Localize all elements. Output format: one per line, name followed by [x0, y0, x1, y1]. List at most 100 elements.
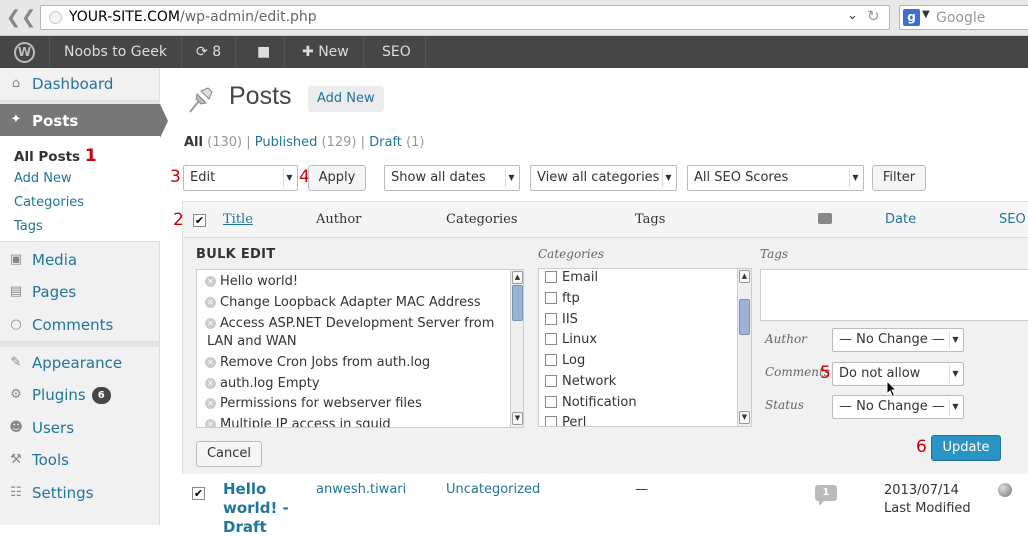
- search-box[interactable]: g ▼ Google: [899, 5, 1028, 30]
- select-all-checkbox[interactable]: ✔: [193, 214, 206, 227]
- sidebar-item-pages[interactable]: ▤ Pages: [0, 276, 160, 308]
- category-select[interactable]: View all categories ▼: [530, 165, 677, 191]
- scrollbar-thumb[interactable]: [512, 285, 523, 321]
- remove-icon[interactable]: ✕: [205, 378, 216, 389]
- update-button[interactable]: Update: [931, 435, 1001, 461]
- category-item[interactable]: Log: [545, 353, 585, 368]
- submenu-all-posts[interactable]: All Posts 1: [14, 146, 97, 166]
- sidebar-item-tools[interactable]: ⚒ Tools: [0, 444, 160, 476]
- seo-menu-link[interactable]: SEO: [368, 36, 426, 68]
- sidebar-item-settings[interactable]: ☷ Settings: [0, 477, 160, 509]
- chevron-down-icon[interactable]: ▼: [739, 411, 750, 424]
- plus-icon: ✚: [302, 44, 314, 60]
- filter-all[interactable]: All: [184, 135, 203, 150]
- category-checkbox[interactable]: [545, 396, 557, 408]
- back-arrow-icon[interactable]: ❮❮: [6, 7, 36, 29]
- list-item[interactable]: ✕ Multiple IP access in squid: [205, 417, 391, 427]
- filter-button[interactable]: Filter: [872, 165, 926, 191]
- category-item[interactable]: Email: [545, 270, 598, 285]
- list-item[interactable]: ✕ Permissions for webserver files: [205, 396, 422, 411]
- annotation-1: 1: [84, 146, 97, 166]
- post-category-link[interactable]: Uncategorized: [446, 482, 540, 497]
- sidebar-item-comments[interactable]: ○ Comments: [0, 309, 160, 341]
- category-checkbox[interactable]: [545, 354, 557, 366]
- sidebar-item-plugins[interactable]: ⚙ Plugins 6: [0, 379, 160, 411]
- category-item[interactable]: Linux: [545, 332, 597, 347]
- status-select[interactable]: — No Change — ▼: [832, 395, 964, 419]
- category-checkbox[interactable]: [545, 375, 557, 387]
- comments-select[interactable]: Do not allow ▼: [832, 362, 964, 386]
- list-item[interactable]: ✕ auth.log Empty: [205, 376, 320, 391]
- categories-checklist[interactable]: Email ftp IIS Linux Log Network Notifica…: [538, 268, 752, 427]
- comment-count-bubble[interactable]: 1: [815, 485, 837, 506]
- author-value: — No Change —: [839, 332, 945, 347]
- category-checkbox[interactable]: [545, 313, 557, 325]
- remove-icon[interactable]: ✕: [205, 398, 216, 409]
- author-select[interactable]: — No Change — ▼: [832, 328, 964, 352]
- chevron-up-icon[interactable]: ▲: [739, 270, 750, 283]
- bulk-titles-list[interactable]: ✕ Hello world! ✕ Change Loopback Adapter M…: [196, 269, 524, 428]
- search-input[interactable]: Google: [936, 10, 985, 26]
- remove-icon[interactable]: ✕: [205, 276, 216, 287]
- new-content-link[interactable]: ✚ New: [288, 36, 364, 68]
- remove-icon[interactable]: ✕: [205, 297, 216, 308]
- sidebar-item-appearance[interactable]: ✎ Appearance: [0, 347, 160, 379]
- wordpress-logo-icon[interactable]: W: [0, 36, 50, 68]
- tags-textarea[interactable]: [760, 269, 1028, 321]
- sidebar-item-dashboard[interactable]: ⌂ Dashboard: [0, 68, 160, 100]
- col-date[interactable]: Date: [885, 212, 916, 227]
- col-title[interactable]: Title: [223, 212, 253, 227]
- scrollbar[interactable]: ▲ ▼: [737, 269, 751, 426]
- site-name-link[interactable]: Noobs to Geek: [50, 36, 182, 68]
- category-checkbox[interactable]: [545, 333, 557, 345]
- cancel-button[interactable]: Cancel: [196, 441, 262, 467]
- new-label: New: [318, 44, 349, 60]
- remove-icon[interactable]: ✕: [205, 419, 216, 427]
- reload-icon[interactable]: ↻: [867, 7, 880, 25]
- list-item[interactable]: ✕ Change Loopback Adapter MAC Address: [205, 295, 481, 310]
- list-item[interactable]: ✕ Remove Cron Jobs from auth.log: [205, 355, 430, 370]
- remove-icon[interactable]: ✕: [205, 318, 216, 329]
- list-item[interactable]: ✕ Hello world!: [205, 274, 298, 289]
- apply-button[interactable]: Apply: [308, 165, 366, 191]
- row-checkbox[interactable]: ✔: [192, 487, 205, 500]
- chevron-up-icon[interactable]: ▲: [512, 271, 523, 284]
- google-icon[interactable]: g: [903, 9, 920, 26]
- chevron-down-icon[interactable]: ▼: [922, 9, 930, 20]
- remove-icon[interactable]: ✕: [205, 357, 216, 368]
- category-item[interactable]: ftp: [545, 291, 580, 306]
- post-title-link[interactable]: Hello world! - Draft: [223, 480, 303, 537]
- chevron-down-icon: ▼: [505, 169, 517, 187]
- scrollbar[interactable]: ▲ ▼: [510, 270, 523, 427]
- post-author-link[interactable]: anwesh.tiwari: [316, 482, 406, 497]
- bulk-edit-heading: BULK EDIT: [196, 247, 276, 262]
- updates-link[interactable]: ⟳ 8: [182, 36, 237, 68]
- chevron-down-icon[interactable]: ⌄: [847, 8, 858, 23]
- category-item[interactable]: Perl: [545, 415, 586, 426]
- comment-bubble-icon[interactable]: ■: [243, 36, 286, 68]
- url-bar[interactable]: YOUR-SITE.COM/wp-admin/edit.php ⌄ ↻: [40, 5, 890, 30]
- submenu-tags[interactable]: Tags: [14, 219, 43, 234]
- category-checkbox[interactable]: [545, 292, 557, 304]
- scrollbar-thumb[interactable]: [739, 299, 750, 335]
- category-checkbox[interactable]: [545, 271, 557, 283]
- filter-published[interactable]: Published: [255, 135, 318, 150]
- category-item[interactable]: IIS: [545, 312, 578, 327]
- list-item[interactable]: ✕ Access ASP.NET Development Server from: [205, 316, 494, 331]
- filter-draft[interactable]: Draft: [369, 135, 402, 150]
- bulk-action-select[interactable]: Edit ▼: [183, 165, 298, 191]
- sidebar-item-users[interactable]: ☻ Users: [0, 412, 160, 444]
- category-checkbox[interactable]: [545, 416, 557, 426]
- category-item[interactable]: Network: [545, 374, 616, 389]
- add-new-button[interactable]: Add New: [308, 86, 384, 112]
- category-label: Notification: [562, 395, 637, 410]
- category-item[interactable]: Notification: [545, 395, 637, 410]
- sidebar-item-media[interactable]: ▣ Media: [0, 244, 160, 276]
- submenu-categories[interactable]: Categories: [14, 195, 84, 210]
- seo-score-select[interactable]: All SEO Scores ▼: [687, 165, 864, 191]
- sidebar-item-posts[interactable]: ✦ Posts: [0, 104, 168, 138]
- col-seo[interactable]: SEO: [999, 212, 1026, 227]
- dates-select[interactable]: Show all dates ▼: [384, 165, 520, 191]
- submenu-add-new[interactable]: Add New: [14, 171, 72, 186]
- chevron-down-icon[interactable]: ▼: [512, 412, 523, 425]
